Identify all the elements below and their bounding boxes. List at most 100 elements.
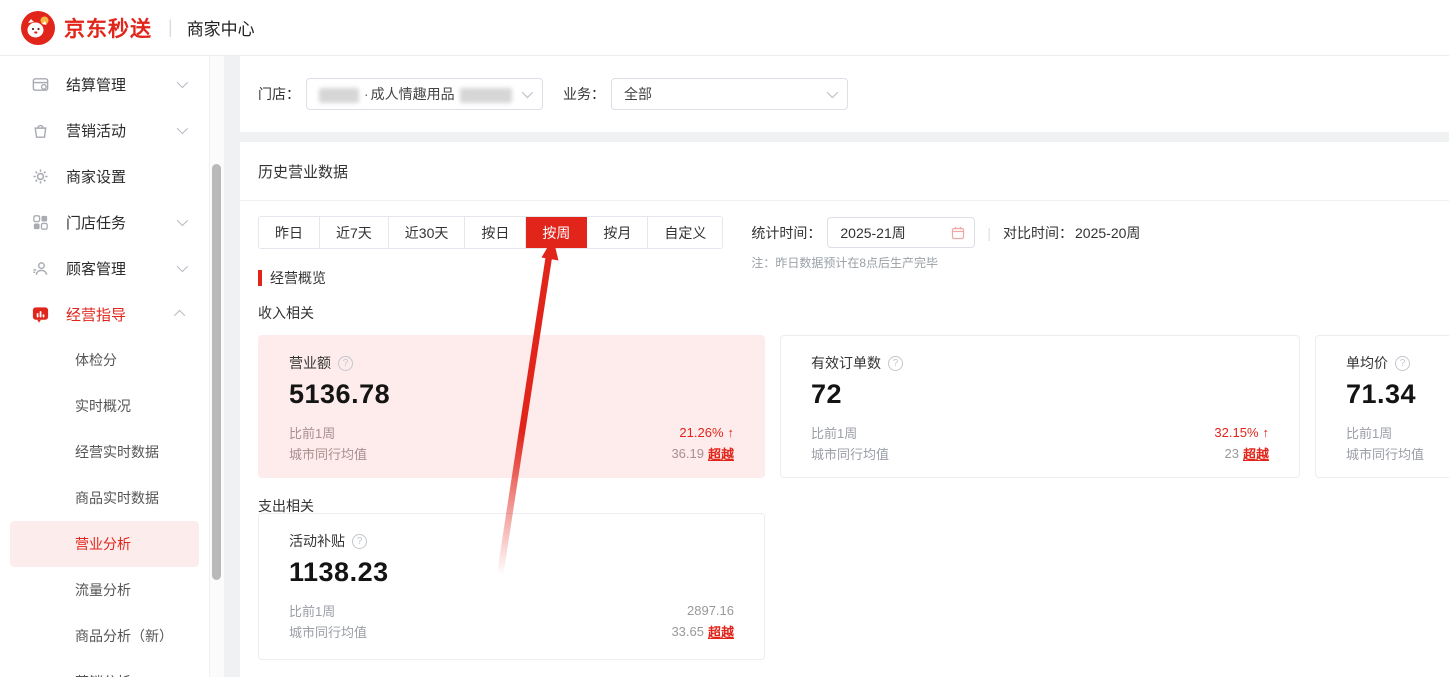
metric-compare-row: 比前1周 [1346, 422, 1449, 443]
data-ready-note: 注：昨日数据预计在8点后生产完毕 [751, 254, 1140, 271]
date-range-tab[interactable]: 按月 [587, 217, 648, 248]
compare-value: 33.65 [671, 624, 704, 639]
compare-label: 比前1周 [289, 601, 335, 620]
compare-label: 城市同行均值 [1346, 444, 1424, 463]
compare-label: 城市同行均值 [811, 444, 889, 463]
sidebar-subitem[interactable]: 营销分析 [10, 659, 199, 677]
help-icon[interactable]: ? [352, 534, 367, 549]
date-range-tab[interactable]: 按日 [465, 217, 526, 248]
compare-label: 城市同行均值 [289, 444, 367, 463]
help-icon[interactable]: ? [338, 356, 353, 371]
date-range-tab[interactable]: 按周 [526, 217, 587, 248]
brand-name[interactable]: 京东秒送 [64, 13, 152, 43]
divider: | [987, 225, 991, 241]
sidebar-item-grid[interactable]: 门店任务 [0, 199, 209, 245]
metric-value: 72 [811, 379, 1269, 410]
chevron-down-icon [177, 77, 188, 88]
date-range-tab[interactable]: 近30天 [389, 217, 466, 248]
chevron-down-icon [177, 123, 188, 134]
metric-card: 活动补贴 ? 1138.23 比前1周 2897.16 城市同行均值 33.65… [258, 513, 765, 660]
sidebar-item-label: 营销活动 [66, 120, 126, 141]
sidebar-subitem[interactable]: 实时概况 [10, 383, 199, 429]
compare-time-label: 对比时间： [1003, 223, 1073, 243]
sidebar-nav: 结算管理 营销活动 商家设置 门店任务 顾客管理 经营指导 体检分 实时概况 经… [0, 56, 210, 677]
metric-card: 营业额 ? 5136.78 比前1周 21.26% ↑ 城市同行均值 36.19… [258, 335, 765, 478]
sidebar-item-ledger[interactable]: 结算管理 [0, 61, 209, 107]
sidebar-subitem[interactable]: 体检分 [10, 337, 199, 383]
store-select-value: ·成人情趣用品 [319, 84, 512, 104]
metric-compare-row: 城市同行均值 33.65 超越 [289, 621, 734, 642]
tab-label: 按日 [481, 223, 509, 243]
compare-value: 36.19 [671, 446, 704, 461]
surpass-badge: 超越 [708, 444, 734, 463]
app-header: 京东秒送 | 商家中心 [0, 0, 1449, 56]
redacted-text [460, 88, 512, 103]
compare-label: 城市同行均值 [289, 622, 367, 641]
store-label: 门店： [258, 84, 300, 104]
metric-title: 有效订单数 [811, 353, 881, 373]
calendar-icon [951, 226, 965, 240]
metric-title: 营业额 [289, 353, 331, 373]
gear-icon [30, 166, 50, 186]
sidebar-subitem[interactable]: 流量分析 [10, 567, 199, 613]
store-name-text: 成人情趣用品 [371, 86, 455, 102]
trend-up-icon: ↑ [1263, 425, 1270, 440]
sidebar-subitem-label: 实时概况 [75, 396, 131, 416]
store-separator: · [364, 86, 369, 102]
chevron-down-icon [177, 261, 188, 272]
stat-time-picker[interactable]: 2025-21周 [827, 217, 975, 248]
metric-compare-row: 城市同行均值 [1346, 443, 1449, 464]
metric-title: 活动补贴 [289, 531, 345, 551]
date-range-tabs: 昨日 近7天 近30天 按日 按周 按月 自定义 [258, 216, 723, 249]
app-root: 京东秒送 | 商家中心 结算管理 营销活动 商家设置 门店任务 顾客管理 经营指… [0, 0, 1449, 677]
help-icon[interactable]: ? [1395, 356, 1410, 371]
date-range-tab[interactable]: 自定义 [648, 217, 722, 248]
income-group-label: 收入相关 [258, 303, 314, 323]
sidebar-item-users[interactable]: 顾客管理 [0, 245, 209, 291]
bag-icon [30, 120, 50, 140]
business-label: 业务： [563, 84, 605, 104]
surpass-badge: 超越 [708, 622, 734, 641]
chevron-down-icon [827, 87, 838, 98]
ledger-icon [30, 74, 50, 94]
tab-label: 近30天 [405, 223, 449, 243]
compare-value: 21.26% [679, 425, 723, 440]
sidebar-subitem[interactable]: 营业分析 [10, 521, 199, 567]
metric-value: 71.34 [1346, 379, 1449, 410]
sidebar-subitem[interactable]: 经营实时数据 [10, 429, 199, 475]
sidebar-item-label: 顾客管理 [66, 258, 126, 279]
business-select[interactable]: 全部 [611, 78, 848, 110]
divider [240, 200, 1449, 201]
users-icon [30, 258, 50, 278]
sidebar-item-chart[interactable]: 经营指导 [0, 291, 209, 337]
sidebar-scrollbar[interactable] [210, 56, 224, 677]
sidebar-item-bag[interactable]: 营销活动 [0, 107, 209, 153]
compare-value: 32.15% [1214, 425, 1258, 440]
compare-label: 比前1周 [289, 423, 335, 442]
jd-dog-logo-icon[interactable] [20, 10, 56, 46]
sidebar-subitem[interactable]: 商品实时数据 [10, 475, 199, 521]
help-icon[interactable]: ? [888, 356, 903, 371]
date-range-tab[interactable]: 近7天 [320, 217, 389, 248]
sidebar-item-label: 门店任务 [66, 212, 126, 233]
stat-time-label: 统计时间： [751, 223, 821, 243]
sidebar-subitem[interactable]: 商品分析（新） [10, 613, 199, 659]
surpass-badge: 超越 [1243, 444, 1269, 463]
sidebar-item-gear[interactable]: 商家设置 [0, 153, 209, 199]
sidebar-item-label: 经营指导 [66, 304, 126, 325]
metric-compare-row: 比前1周 21.26% ↑ [289, 422, 734, 443]
trend-up-icon: ↑ [728, 425, 735, 440]
metric-value: 1138.23 [289, 557, 734, 588]
portal-title: 商家中心 [187, 15, 255, 40]
store-select[interactable]: ·成人情趣用品 [306, 78, 543, 110]
sidebar-item-label: 商家设置 [66, 166, 126, 187]
metric-compare-row: 城市同行均值 36.19 超越 [289, 443, 734, 464]
scrollbar-thumb[interactable] [212, 164, 221, 580]
panel-title: 历史营业数据 [240, 142, 1449, 182]
sidebar-subitem-label: 营销分析 [75, 672, 131, 677]
sidebar-subitem-label: 营业分析 [75, 534, 131, 554]
date-range-tab[interactable]: 昨日 [259, 217, 320, 248]
metric-card: 单均价 ? 71.34 比前1周 城市同行均值 [1315, 335, 1449, 478]
tab-label: 按月 [603, 223, 631, 243]
chevron-down-icon [522, 87, 533, 98]
